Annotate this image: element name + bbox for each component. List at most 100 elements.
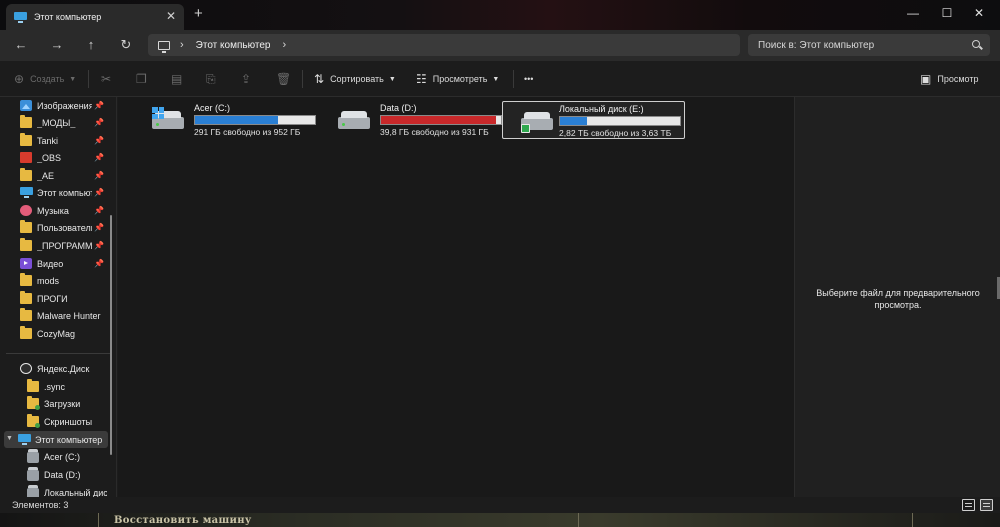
folder-icon bbox=[20, 291, 32, 304]
red-folder-icon bbox=[20, 152, 32, 163]
plus-circle-icon: ⊕ bbox=[14, 72, 25, 86]
sidebar-item-cozymag[interactable]: CozyMag bbox=[20, 325, 106, 342]
title-bar: Этот компьютер ✕ + — ☐ ✕ bbox=[0, 0, 1000, 30]
divider bbox=[98, 513, 99, 527]
sidebar-item-video[interactable]: Видео 📌 bbox=[20, 255, 106, 272]
minimize-button[interactable]: — bbox=[898, 4, 928, 22]
search-box[interactable] bbox=[748, 34, 990, 56]
close-tab-button[interactable]: ✕ bbox=[166, 10, 176, 22]
desktop-text: Восстановить машину bbox=[114, 515, 252, 526]
pin-icon: 📌 bbox=[94, 223, 104, 232]
drive-usage-bar bbox=[559, 116, 681, 126]
new-tab-button[interactable]: + bbox=[194, 6, 203, 22]
sidebar-item-sync[interactable]: .sync bbox=[27, 378, 107, 395]
copy-icon: ❐ bbox=[136, 72, 147, 86]
pin-icon: 📌 bbox=[94, 241, 104, 250]
desktop-background: Восстановить машину bbox=[0, 513, 1000, 527]
sidebar-item-this-pc[interactable]: ▼ Этот компьютер bbox=[4, 431, 108, 448]
close-window-button[interactable]: ✕ bbox=[964, 4, 994, 22]
forward-button[interactable]: → bbox=[48, 37, 66, 53]
yandex-disk-icon bbox=[20, 363, 32, 374]
pin-icon: 📌 bbox=[94, 188, 104, 197]
sidebar-item-malware-hunter[interactable]: Malware Hunter bbox=[20, 307, 106, 324]
sidebar-scrollbar[interactable] bbox=[110, 215, 112, 455]
up-button[interactable]: ↑ bbox=[82, 37, 100, 53]
pin-icon: 📌 bbox=[94, 153, 104, 162]
cut-button[interactable]: ✂ bbox=[101, 71, 117, 87]
view-button[interactable]: ☷ Просмотреть ▼ bbox=[416, 71, 499, 87]
sidebar-item-users[interactable]: Пользователи 📌 bbox=[20, 219, 106, 236]
sidebar-item-yandex-disk[interactable]: Яндекс.Диск bbox=[20, 360, 106, 377]
back-button[interactable]: ← bbox=[12, 37, 30, 53]
sidebar-item-mods[interactable]: _МОДЫ_ 📌 bbox=[20, 114, 106, 131]
search-input[interactable] bbox=[748, 34, 968, 56]
sidebar-divider bbox=[6, 353, 110, 354]
search-icon[interactable] bbox=[972, 40, 980, 48]
sidebar-item-tanki[interactable]: Tanki 📌 bbox=[20, 132, 106, 149]
view-label: Просмотреть bbox=[432, 74, 488, 84]
maximize-button[interactable]: ☐ bbox=[932, 4, 962, 22]
share-button[interactable]: ⇪ bbox=[241, 71, 257, 87]
sidebar-item-music[interactable]: Музыка 📌 bbox=[20, 202, 106, 219]
sidebar-item-ae[interactable]: _AE 📌 bbox=[20, 167, 106, 184]
sidebar-item-obs[interactable]: _OBS 📌 bbox=[20, 149, 106, 166]
breadcrumb-this-pc[interactable]: Этот компьютер bbox=[196, 40, 271, 51]
drive-usage-bar bbox=[380, 115, 502, 125]
preview-pane: Выберите файл для предварительного просм… bbox=[794, 97, 1000, 497]
chevron-down-icon: ▼ bbox=[388, 75, 396, 83]
file-view[interactable]: Acer (C:) 291 ГБ свободно из 952 ГБ Data… bbox=[118, 97, 794, 497]
tiles-view-button[interactable] bbox=[980, 499, 993, 511]
pin-icon: 📌 bbox=[94, 118, 104, 127]
drive-free-space: 2,82 ТБ свободно из 3,63 ТБ bbox=[559, 128, 672, 138]
rename-button[interactable]: ⎘ bbox=[206, 71, 222, 87]
chevron-down-icon[interactable]: ▼ bbox=[6, 435, 13, 442]
create-button[interactable]: ⊕ Создать ▼ bbox=[14, 71, 76, 87]
drive-tile-d[interactable]: Data (D:) 39,8 ГБ свободно из 931 ГБ bbox=[332, 101, 502, 139]
drive-tile-e[interactable]: Локальный диск (E:) 2,82 ТБ свободно из … bbox=[502, 101, 685, 139]
more-options-button[interactable]: ••• bbox=[524, 71, 533, 87]
synced-folder-icon bbox=[27, 414, 40, 428]
sidebar-item-drive-d[interactable]: Data (D:) bbox=[27, 466, 107, 483]
sort-label: Сортировать bbox=[330, 74, 384, 84]
drive-tile-c[interactable]: Acer (C:) 291 ГБ свободно из 952 ГБ bbox=[146, 101, 316, 139]
drive-icon bbox=[27, 485, 39, 497]
sidebar-item-this-pc-pinned[interactable]: Этот компьютер 📌 bbox=[20, 184, 106, 201]
share-icon: ⇪ bbox=[241, 72, 252, 86]
sidebar-item-downloads[interactable]: Загрузки bbox=[27, 395, 107, 412]
sort-button[interactable]: ⇅ Сортировать ▼ bbox=[314, 71, 396, 87]
create-label: Создать bbox=[30, 74, 65, 84]
video-icon bbox=[20, 258, 32, 269]
sidebar-item-drive-c[interactable]: Acer (C:) bbox=[27, 448, 107, 465]
details-view-button[interactable] bbox=[962, 499, 975, 511]
address-bar[interactable]: › Этот компьютер › bbox=[148, 34, 740, 56]
tab-this-pc[interactable]: Этот компьютер ✕ bbox=[6, 4, 184, 30]
paste-button[interactable]: ▤ bbox=[171, 71, 188, 87]
sidebar-item-images[interactable]: Изображения 📌 bbox=[20, 97, 106, 114]
system-drive-icon bbox=[152, 107, 184, 131]
chevron-right-icon[interactable]: › bbox=[282, 39, 286, 51]
command-bar: ⊕ Создать ▼ ✂ ❐ ▤ ⎘ ⇪ 🗑 ⇅ Сортировать ▼ … bbox=[0, 61, 1000, 97]
usb-drive-icon bbox=[521, 110, 553, 133]
copy-button[interactable]: ❐ bbox=[136, 71, 153, 87]
sidebar-item-programs[interactable]: _ПРОГРАММЫ 📌 bbox=[20, 237, 106, 254]
delete-button[interactable]: 🗑 bbox=[276, 71, 297, 87]
divider bbox=[88, 70, 89, 88]
refresh-button[interactable]: ↻ bbox=[117, 37, 135, 53]
chevron-right-icon[interactable]: › bbox=[180, 39, 184, 51]
folder-icon bbox=[20, 168, 32, 181]
preview-pane-button[interactable]: ▣ Просмотр bbox=[920, 71, 978, 87]
windows-logo-icon bbox=[152, 107, 164, 119]
drive-free-space: 291 ГБ свободно из 952 ГБ bbox=[194, 127, 301, 137]
usb-badge-icon bbox=[521, 124, 530, 133]
sidebar-item-progi[interactable]: ПРОГИ bbox=[20, 290, 106, 307]
folder-icon bbox=[20, 238, 32, 251]
sidebar-item-mods-folder[interactable]: mods bbox=[20, 272, 106, 289]
pin-icon: 📌 bbox=[94, 206, 104, 215]
monitor-icon bbox=[18, 434, 31, 445]
item-count: Элементов: 3 bbox=[12, 500, 69, 510]
sidebar-item-drive-e[interactable]: Локальный диск (E:) bbox=[27, 484, 107, 497]
navigation-pane[interactable]: Изображения 📌 _МОДЫ_ 📌 Tanki 📌 _OBS 📌 _A… bbox=[0, 97, 117, 497]
sidebar-item-screenshots[interactable]: Скриншоты bbox=[27, 413, 107, 430]
paste-icon: ▤ bbox=[171, 72, 183, 86]
chevron-down-icon: ▼ bbox=[69, 75, 77, 83]
